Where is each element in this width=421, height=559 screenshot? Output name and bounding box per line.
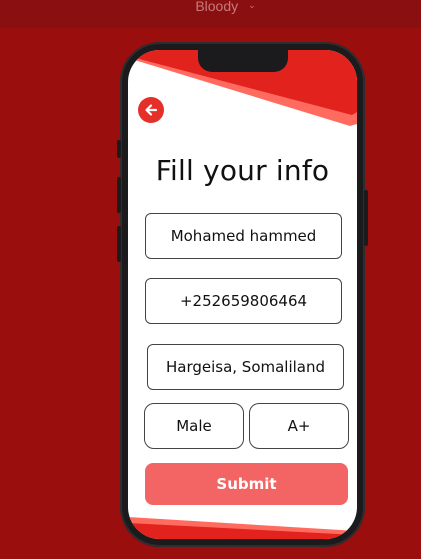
location-field[interactable]: Hargeisa, Somaliland [147,344,344,390]
submit-button[interactable]: Submit [145,463,348,505]
phone-volume-down-button [117,226,121,262]
phone-volume-up-button [117,177,121,213]
gender-field[interactable]: Male [144,403,244,449]
name-field[interactable]: Mohamed hammed [145,213,342,259]
phone-side-button [117,140,121,158]
phone-screen: Fill your info Mohamed hammed +252659806… [128,50,357,539]
chevron-down-icon[interactable]: ⌄ [248,0,256,11]
top-bar: Bloody ⌄ [0,0,421,28]
phone-field[interactable]: +252659806464 [145,278,342,324]
phone-notch [198,50,288,72]
blood-type-field[interactable]: A+ [249,403,349,449]
phone-power-button [364,190,368,246]
phone-frame: Fill your info Mohamed hammed +252659806… [117,42,368,547]
app-title: Bloody [195,0,239,14]
arrow-left-icon [145,104,158,116]
bottom-wave-decoration [128,517,357,539]
page-title: Fill your info [155,154,330,187]
back-button[interactable] [138,97,164,123]
